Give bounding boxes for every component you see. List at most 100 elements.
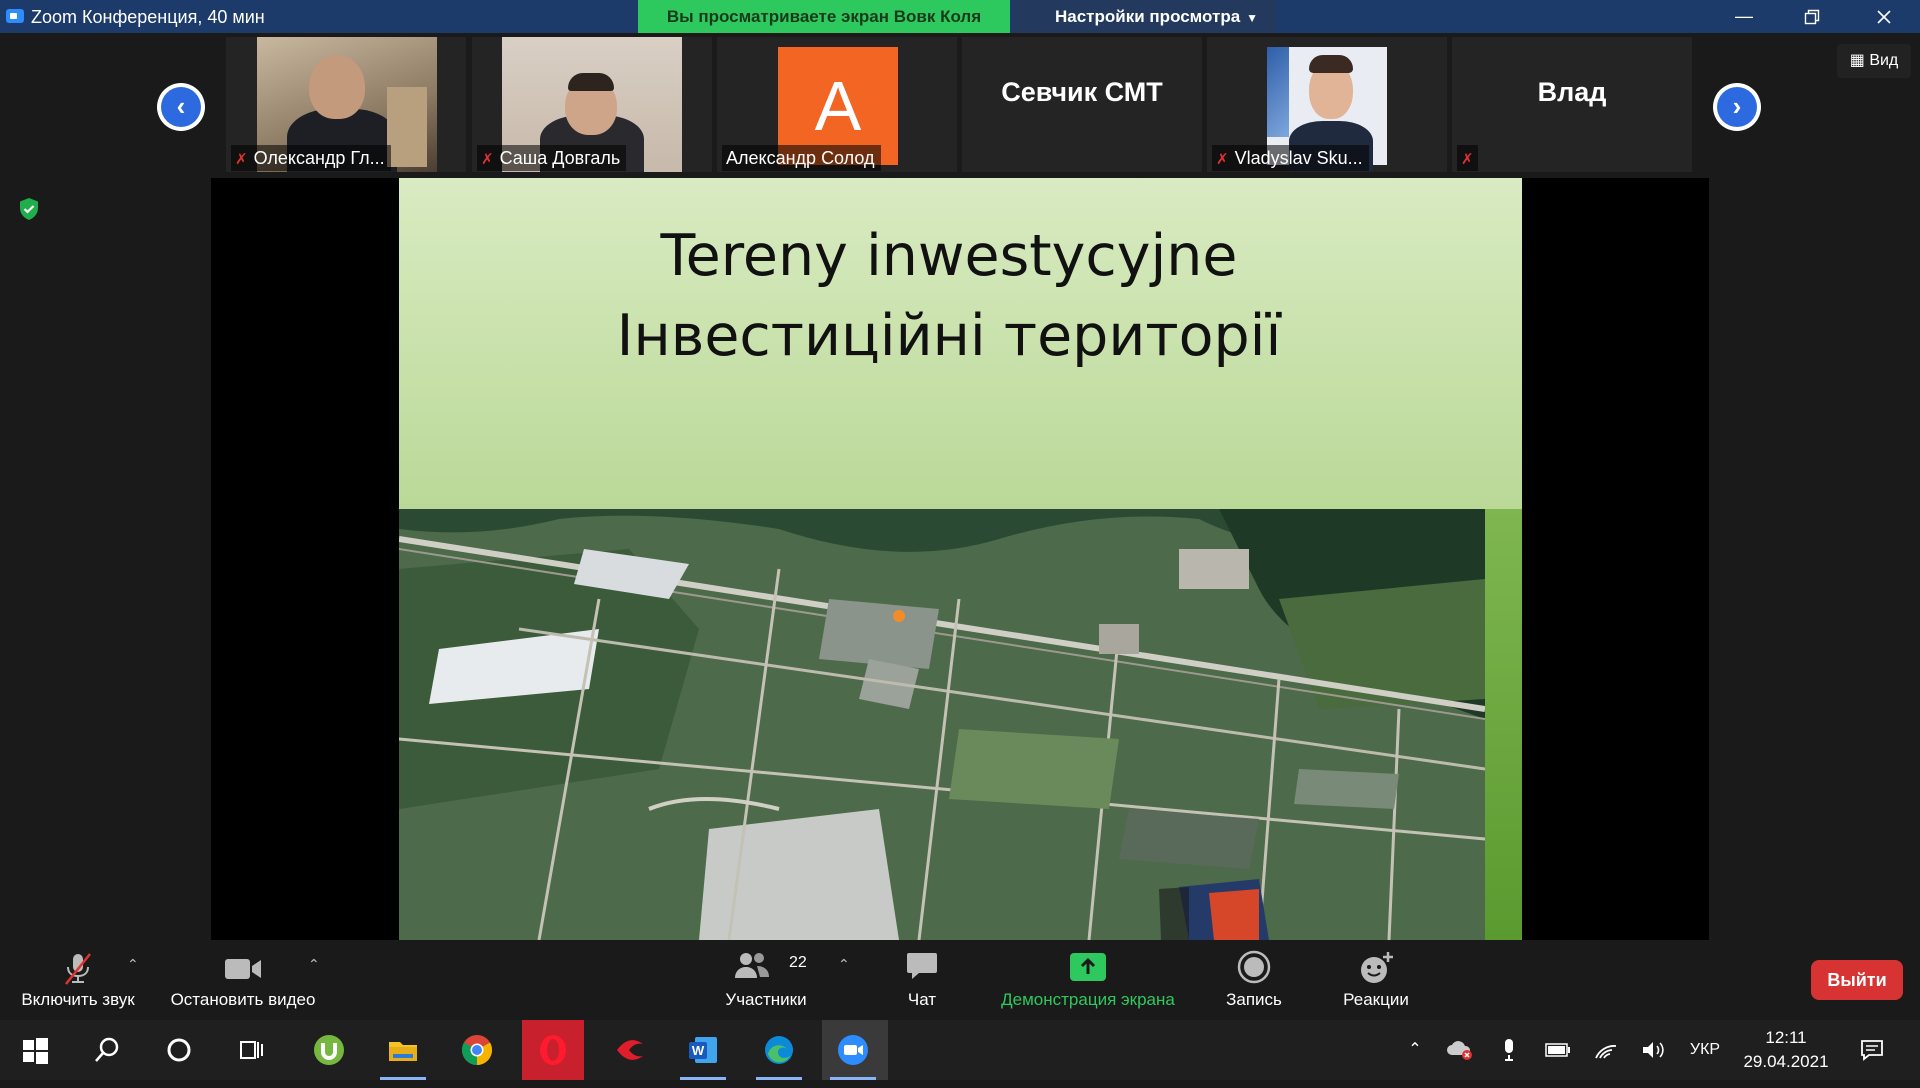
zoom-icon [838,1035,868,1065]
meeting-toolbar: Включить звук ⌃ Остановить видео ⌃ 22 Уч… [0,940,1920,1020]
participants-icon [735,953,769,978]
cortana-button[interactable] [148,1020,210,1080]
unmute-label: Включить звук [21,990,135,1009]
clock-time: 12:11 [1765,1028,1807,1047]
search-button[interactable] [76,1020,138,1080]
restore-icon [1804,9,1820,25]
participant-tile[interactable]: ✗ Vladyslav Sku... [1207,37,1447,172]
participant-tile[interactable]: Влад ✗ [1452,37,1692,172]
smiley-plus-icon [1361,952,1393,983]
language-indicator[interactable]: УКР [1684,1020,1726,1080]
record-label: Запись [1226,990,1282,1009]
view-settings-label: Настройки просмотра [1055,7,1241,26]
muted-mic-icon: ✗ [1216,151,1229,168]
close-button[interactable] [1856,0,1912,33]
word-taskbar-button[interactable]: W [672,1020,734,1080]
shared-screen: Tereny inwestycyjne Інвестиційні територ… [211,178,1709,940]
slide-decoration [1485,509,1522,940]
wifi-icon[interactable] [1588,1020,1624,1080]
battery-icon[interactable] [1540,1020,1576,1080]
chevron-left-icon: ‹ [161,87,201,127]
red-app-icon [617,1040,643,1060]
svg-text:W: W [692,1043,705,1058]
muted-mic-icon: ✗ [1461,151,1474,168]
participant-name: ✗ Саша Довгаль [477,145,627,171]
chat-button[interactable]: Чат [880,940,964,1020]
chevron-right-icon: › [1717,87,1757,127]
participant-name: ✗ Олександр Гл... [231,145,391,171]
restore-button[interactable] [1784,0,1840,33]
participant-tile[interactable]: ✗ Олександр Гл... [226,37,466,172]
grid-icon: ▦ [1849,52,1865,69]
record-icon [1237,950,1271,984]
participants-label: Участники [725,990,807,1009]
slide-title-line-1: Tereny inwestycyjne [660,223,1238,289]
start-button[interactable] [4,1020,66,1080]
reactions-button[interactable]: Реакции [1326,940,1426,1020]
microphone-tray-icon[interactable] [1492,1020,1526,1080]
muted-mic-icon: ✗ [481,151,494,168]
muted-mic-icon: ✗ [235,151,248,168]
chat-bubble-icon [907,953,937,979]
chat-label: Чат [907,990,937,1009]
window-title: Zoom Конференция, 40 мин [31,7,265,27]
unmute-button[interactable]: Включить звук [8,940,148,1020]
system-clock[interactable]: 12:11 29.04.2021 [1738,1026,1834,1074]
close-icon [1877,10,1891,24]
video-camera-icon [225,959,261,979]
video-options-caret[interactable]: ⌃ [308,956,320,973]
notifications-button[interactable] [1852,1020,1892,1080]
view-button[interactable]: ▦ Вид [1837,44,1911,78]
show-hidden-icons-button[interactable]: ⌃ [1398,1020,1432,1080]
shield-icon[interactable] [18,197,40,221]
presentation-slide: Tereny inwestycyjne Інвестиційні територ… [399,178,1522,940]
record-button[interactable]: Запись [1210,940,1298,1020]
volume-icon[interactable] [1636,1020,1672,1080]
participant-strip: ‹ ✗ Олександр Гл... ✗ Саша Довгаль A Алекс… [0,33,1920,178]
participants-options-caret[interactable]: ⌃ [838,956,850,973]
onedrive-error-icon[interactable] [1442,1020,1478,1080]
leave-meeting-button[interactable]: Выйти [1811,960,1903,1000]
participants-count: 22 [789,954,807,971]
share-screen-button[interactable]: Демонстрация экрана [986,940,1190,1020]
participant-tile[interactable]: Севчик СМТ [962,37,1202,172]
viewing-screen-banner: Вы просматриваете экран Вовк Коля [638,0,1010,33]
audio-options-caret[interactable]: ⌃ [127,956,139,973]
zoom-app-icon [6,9,24,23]
participants-button[interactable]: 22 Участники [716,940,816,1020]
aerial-map-image [399,509,1485,940]
file-explorer-taskbar-button[interactable] [372,1020,434,1080]
slide-title-line-2: Інвестиційні території [616,303,1282,369]
opera-taskbar-button[interactable] [522,1020,584,1080]
prev-page-button[interactable]: ‹ [157,83,205,131]
share-screen-label: Демонстрация экрана [1001,990,1175,1009]
chrome-icon [461,1035,493,1065]
opera-icon [540,1035,566,1065]
clock-date: 29.04.2021 [1743,1052,1829,1071]
utorrent-icon [314,1035,344,1065]
word-icon: W [689,1037,717,1063]
next-page-button[interactable]: › [1713,83,1761,131]
windows-logo-icon [23,1038,48,1064]
participant-name: ✗ Vladyslav Sku... [1212,145,1369,171]
participant-tile[interactable]: A Александр Солод [717,37,957,172]
stop-video-button[interactable]: Остановить видео [160,940,326,1020]
share-screen-icon [1070,953,1106,981]
muted-microphone-icon [65,953,91,985]
utorrent-taskbar-button[interactable] [298,1020,360,1080]
windows-taskbar: W ⌃ УКР 12:11 29.04.2021 [0,1020,1920,1080]
search-icon [95,1037,119,1062]
task-view-icon [240,1041,263,1059]
edge-icon [765,1036,793,1064]
chrome-taskbar-button[interactable] [446,1020,508,1080]
view-settings-dropdown[interactable]: Настройки просмотра ▼ [1012,0,1276,33]
participant-tile[interactable]: ✗ Саша Довгаль [472,37,712,172]
minimize-button[interactable]: — [1716,0,1772,33]
edge-taskbar-button[interactable] [748,1020,810,1080]
folder-icon [389,1042,417,1061]
task-view-button[interactable] [220,1020,282,1080]
app-red-taskbar-button[interactable] [598,1020,660,1080]
participant-name: Севчик СМТ [1001,77,1163,107]
zoom-taskbar-button[interactable] [822,1020,888,1080]
notification-icon [1861,1040,1883,1061]
